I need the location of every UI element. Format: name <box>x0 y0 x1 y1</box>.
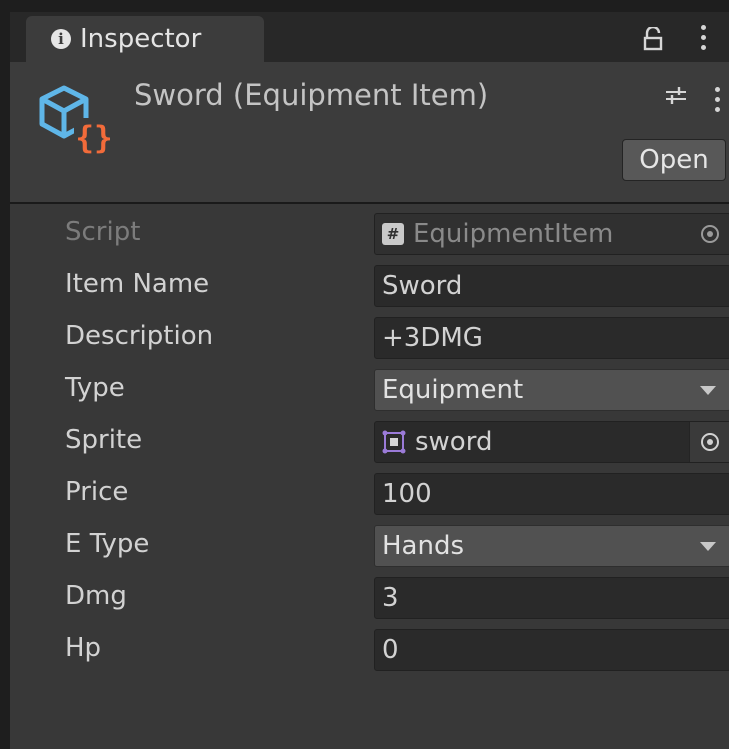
field-label: Type <box>65 373 125 403</box>
description-value: +3DMG <box>382 323 483 353</box>
svg-text:{}: {} <box>75 120 112 156</box>
price-value: 100 <box>382 479 432 509</box>
sprite-field[interactable]: sword <box>374 421 729 463</box>
header-kebab-menu-icon[interactable] <box>714 87 720 112</box>
field-label: Dmg <box>65 581 127 611</box>
field-row-price: Price 100 <box>10 469 729 517</box>
sprite-icon <box>382 430 406 454</box>
field-row-script: Script # EquipmentItem <box>10 209 729 257</box>
chevron-down-icon <box>700 386 716 395</box>
inspector-header: {} Sword (Equipment Item) Open <box>10 62 729 204</box>
tab-inspector[interactable]: i Inspector <box>26 16 264 62</box>
price-input[interactable]: 100 <box>374 473 729 515</box>
description-input[interactable]: +3DMG <box>374 317 729 359</box>
field-row-type: Type Equipment <box>10 365 729 413</box>
scriptable-object-icon: {} <box>39 85 114 156</box>
hp-input[interactable]: 0 <box>374 629 729 671</box>
lock-icon[interactable] <box>642 27 664 51</box>
cs-script-icon: # <box>382 223 404 245</box>
field-row-dmg: Dmg 3 <box>10 573 729 621</box>
field-row-sprite: Sprite sword <box>10 417 729 465</box>
kebab-menu-icon[interactable] <box>700 25 706 50</box>
sprite-value: sword <box>415 427 493 457</box>
tab-bar: i Inspector <box>10 12 729 62</box>
inspector-body: Script # EquipmentItem Item Name Sword D… <box>10 204 729 749</box>
script-value: EquipmentItem <box>413 219 614 249</box>
field-label: E Type <box>65 529 150 559</box>
info-icon: i <box>51 29 71 49</box>
hp-value: 0 <box>382 635 399 665</box>
item-name-value: Sword <box>382 271 463 301</box>
type-dropdown[interactable]: Equipment <box>374 369 729 411</box>
item-name-input[interactable]: Sword <box>374 265 729 307</box>
object-picker-icon[interactable] <box>689 422 729 462</box>
field-label: Sprite <box>65 425 143 455</box>
inspector-window: i Inspector {} Sword (Equipment Item) Op… <box>0 0 729 749</box>
e-type-value: Hands <box>382 531 465 561</box>
field-label: Item Name <box>65 269 210 299</box>
chevron-down-icon <box>700 542 716 551</box>
asset-title: Sword (Equipment Item) <box>134 78 489 112</box>
field-row-e-type: E Type Hands <box>10 521 729 569</box>
field-label: Description <box>65 321 214 351</box>
settings-sliders-icon[interactable] <box>664 84 688 106</box>
tab-title: Inspector <box>80 24 202 54</box>
object-picker-icon <box>690 214 729 254</box>
open-button[interactable]: Open <box>622 139 726 181</box>
field-label: Hp <box>65 633 102 663</box>
type-value: Equipment <box>382 375 524 405</box>
dmg-value: 3 <box>382 583 399 613</box>
field-row-item-name: Item Name Sword <box>10 261 729 309</box>
field-label: Script <box>65 217 141 247</box>
field-row-description: Description +3DMG <box>10 313 729 361</box>
e-type-dropdown[interactable]: Hands <box>374 525 729 567</box>
script-field: # EquipmentItem <box>374 213 729 255</box>
field-row-hp: Hp 0 <box>10 625 729 673</box>
field-label: Price <box>65 477 129 507</box>
dmg-input[interactable]: 3 <box>374 577 729 619</box>
